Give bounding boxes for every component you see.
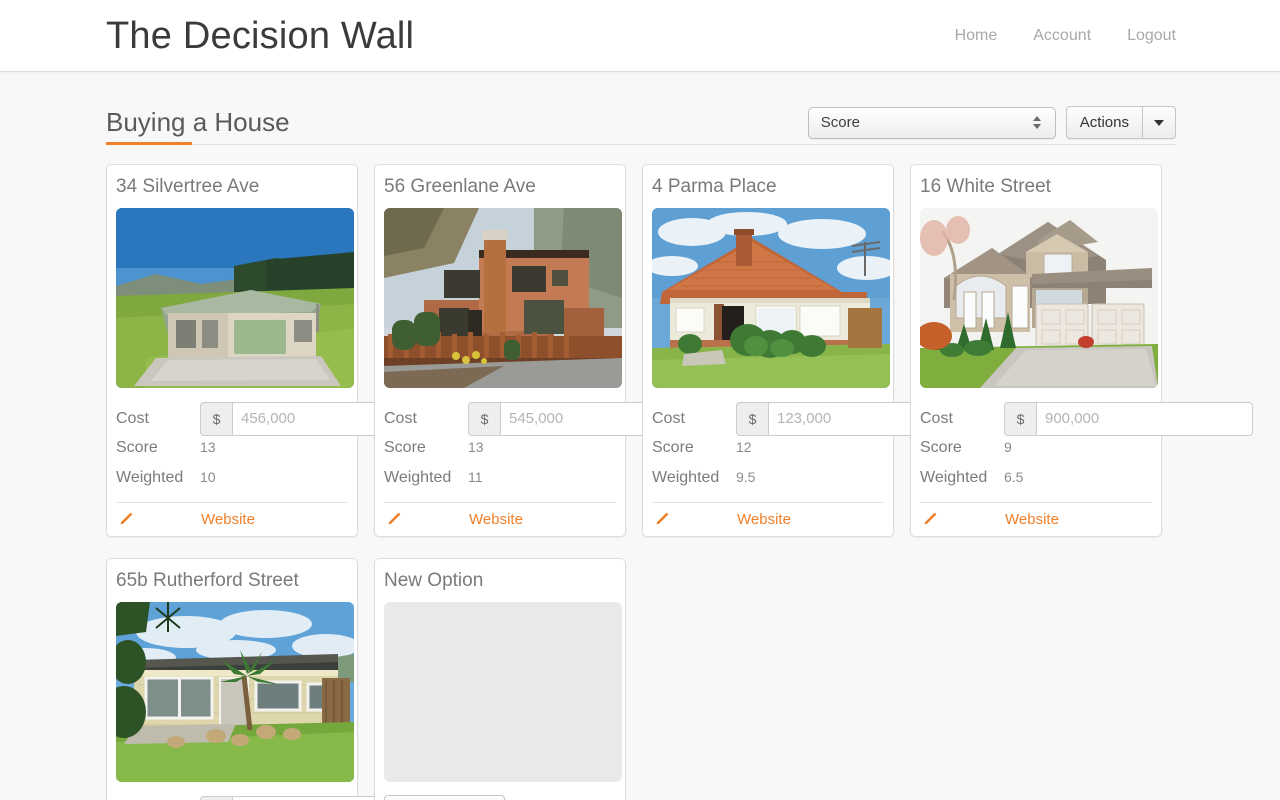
weighted-row: Weighted 9.5 — [652, 469, 884, 499]
main-navigation: Home Account Logout — [955, 27, 1176, 45]
create-option-button[interactable]: Create Option — [384, 794, 506, 800]
option-card-title: 16 White Street — [920, 176, 1051, 197]
currency-addon: $ — [200, 401, 232, 436]
page-title-accent-underline — [106, 142, 192, 145]
option-card-footer: Website — [920, 501, 1152, 536]
score-label: Score — [652, 438, 694, 456]
cost-label: Cost — [652, 409, 685, 427]
cost-row: Cost $ — [384, 399, 717, 439]
page-title-wrap: Buying a House — [106, 109, 290, 145]
new-option-photo-placeholder[interactable] — [384, 601, 622, 782]
cost-label: Cost — [116, 409, 149, 427]
page-header-row: Buying a House Score Actions — [106, 101, 1176, 145]
score-value: 13 — [200, 438, 216, 455]
sort-select[interactable]: Score — [807, 106, 1056, 139]
nav-link-logout[interactable]: Logout — [1127, 27, 1176, 45]
edit-pencil-icon[interactable] — [385, 511, 469, 528]
option-card-footer: Website — [116, 501, 348, 536]
score-value: 12 — [736, 438, 752, 455]
website-link[interactable]: Website — [469, 511, 523, 528]
score-value: 9 — [1004, 438, 1012, 455]
option-card[interactable]: 16 White Street Cost $ 900,000 Score 9 W… — [910, 164, 1253, 537]
new-option-card-title: New Option — [384, 569, 484, 591]
score-value: 13 — [468, 438, 484, 455]
option-card-fields: Cost $ Score 9 Weighted 6.5 — [920, 388, 1253, 499]
score-label: Score — [116, 438, 158, 456]
score-label: Score — [384, 438, 426, 456]
weighted-row: Weighted 11 — [384, 469, 616, 499]
edit-pencil-icon[interactable] — [117, 511, 201, 528]
currency-addon: $ — [1004, 401, 1036, 436]
sort-select-value: Score — [820, 114, 860, 131]
currency-addon: $ — [200, 795, 232, 800]
new-option-card[interactable]: New Option Create Option — [374, 557, 626, 800]
option-card[interactable]: 34 Silvertree Ave Cost $ 456,000 Score 1… — [106, 164, 449, 537]
app-brand-title: The Decision Wall — [106, 14, 415, 57]
option-card-fields: Cost $ Score 13 Weighted 11 — [384, 388, 717, 499]
option-photo — [920, 207, 1158, 388]
option-photo — [116, 207, 354, 388]
option-card-fields: Cost $ Score 12 Weighted 9.5 — [652, 388, 985, 499]
website-link[interactable]: Website — [201, 511, 255, 528]
page-header-controls: Score Actions — [807, 106, 1176, 145]
option-card[interactable]: 56 Greenlane Ave Cost $ 545,000 Score 13… — [374, 164, 717, 537]
cost-label: Cost — [920, 409, 953, 427]
nav-link-account[interactable]: Account — [1033, 27, 1091, 45]
score-row: Score 12 — [652, 439, 884, 469]
score-row: Score 9 — [920, 439, 1152, 469]
weighted-row: Weighted 10 — [116, 469, 348, 499]
weighted-value: 10 — [200, 468, 216, 485]
cost-row: Cost $ — [116, 793, 449, 800]
create-option-wrap: Create Option — [384, 782, 616, 800]
actions-button-group: Actions — [1065, 106, 1176, 139]
option-card-footer: Website — [652, 501, 884, 536]
website-link[interactable]: Website — [1005, 511, 1059, 528]
cost-label: Cost — [384, 409, 417, 427]
weighted-value: 9.5 — [736, 468, 756, 485]
page-title: Buying a House — [106, 107, 290, 137]
edit-pencil-icon[interactable] — [653, 511, 737, 528]
option-card-footer: Website — [384, 501, 616, 536]
weighted-label: Weighted — [652, 468, 720, 486]
options-grid: 34 Silvertree Ave Cost $ 456,000 Score 1… — [106, 164, 1253, 800]
currency-addon: $ — [468, 401, 500, 436]
option-card-title: 56 Greenlane Ave — [384, 176, 536, 197]
actions-button[interactable]: Actions — [1065, 106, 1142, 139]
option-card-title: 65b Rutherford Street — [116, 569, 299, 591]
weighted-label: Weighted — [920, 468, 988, 486]
cost-row: Cost $ — [116, 399, 449, 439]
cost-input[interactable] — [1036, 401, 1253, 436]
weighted-value: 11 — [468, 468, 483, 485]
option-photo — [384, 207, 622, 388]
option-card-title: 4 Parma Place — [652, 176, 777, 197]
cost-input-group: $ — [1004, 401, 1253, 436]
edit-pencil-icon[interactable] — [921, 511, 1005, 528]
stepper-arrows-icon — [1026, 116, 1048, 129]
top-navbar: The Decision Wall Home Account Logout — [0, 0, 1280, 72]
weighted-row: Weighted 6.5 — [920, 469, 1152, 499]
option-card-title: 34 Silvertree Ave — [116, 176, 260, 197]
score-label: Score — [920, 438, 962, 456]
weighted-label: Weighted — [116, 468, 184, 486]
cost-row: Cost $ — [920, 399, 1253, 439]
chevron-down-icon — [1154, 119, 1164, 126]
option-photo — [116, 601, 354, 782]
weighted-value: 6.5 — [1004, 468, 1024, 485]
actions-dropdown-toggle[interactable] — [1142, 106, 1176, 139]
option-photo — [652, 207, 890, 388]
currency-addon: $ — [736, 401, 768, 436]
option-card-fields: Cost $ Score 13 Weighted 10 — [116, 388, 449, 499]
nav-link-home[interactable]: Home — [955, 27, 998, 45]
option-card-fields: Cost $ Score Weighted — [116, 782, 449, 800]
score-row: Score 13 — [116, 439, 348, 469]
website-link[interactable]: Website — [737, 511, 791, 528]
option-card[interactable]: 4 Parma Place Cost $ 123,000 Score 12 We… — [642, 164, 985, 537]
weighted-label: Weighted — [384, 468, 452, 486]
option-card[interactable]: 65b Rutherford Street 290,000 — [106, 557, 449, 800]
score-row: Score 13 — [384, 439, 616, 469]
cost-row: Cost $ — [652, 399, 985, 439]
